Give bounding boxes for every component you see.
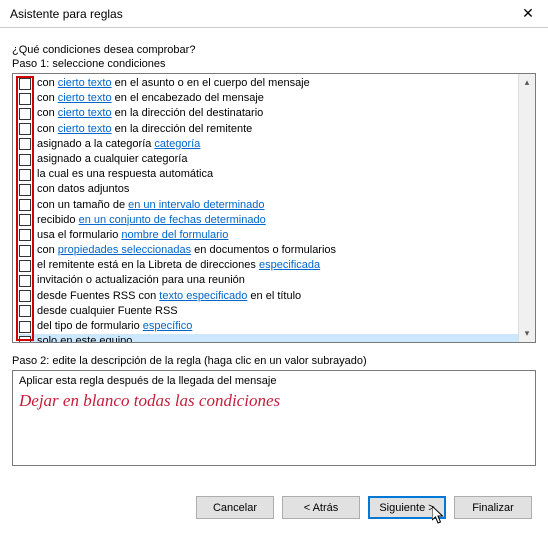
condition-row[interactable]: del tipo de formulario específico [19,319,518,334]
condition-checkbox[interactable] [19,169,31,181]
condition-row[interactable]: desde cualquier Fuente RSS [19,304,518,319]
description-line: Aplicar esta regla después de la llegada… [19,375,529,387]
scroll-down-icon[interactable]: ▾ [519,325,536,342]
condition-checkbox[interactable] [19,214,31,226]
condition-checkbox[interactable] [19,138,31,150]
condition-checkbox[interactable] [19,260,31,272]
window-title: Asistente para reglas [10,7,123,21]
condition-checkbox[interactable] [19,123,31,135]
condition-row[interactable]: asignado a cualquier categoría [19,152,518,167]
condition-text: asignado a cualquier categoría [37,152,187,167]
condition-row[interactable]: asignado a la categoría categoría [19,137,518,152]
condition-checkbox[interactable] [19,184,31,196]
condition-link[interactable]: cierto texto [58,92,112,104]
condition-text: con cierto texto en el asunto o en el cu… [37,76,310,91]
condition-checkbox[interactable] [19,245,31,257]
condition-text: con un tamaño de en un intervalo determi… [37,198,265,213]
close-icon[interactable]: ✕ [508,0,548,28]
condition-row[interactable]: invitación o actualización para una reun… [19,273,518,288]
condition-text: solo en este equipo [37,334,132,342]
condition-row[interactable]: recibido en un conjunto de fechas determ… [19,213,518,228]
condition-row[interactable]: con propiedades seleccionadas en documen… [19,243,518,258]
back-button[interactable]: < Atrás [282,496,360,519]
condition-row[interactable]: con cierto texto en el asunto o en el cu… [19,76,518,91]
condition-checkbox[interactable] [19,78,31,90]
condition-checkbox[interactable] [19,108,31,120]
condition-text: asignado a la categoría categoría [37,137,200,152]
condition-text: con cierto texto en el encabezado del me… [37,91,264,106]
condition-link[interactable]: propiedades seleccionadas [58,244,191,256]
condition-link[interactable]: cierto texto [58,123,112,135]
condition-row[interactable]: con cierto texto en el encabezado del me… [19,91,518,106]
question-text: ¿Qué condiciones desea comprobar? [12,44,536,56]
condition-checkbox[interactable] [19,229,31,241]
condition-link[interactable]: en un intervalo determinado [128,199,264,211]
condition-text: con cierto texto en la dirección del des… [37,106,263,121]
condition-text: con datos adjuntos [37,182,129,197]
condition-row[interactable]: con cierto texto en la dirección del des… [19,106,518,121]
title-bar: Asistente para reglas ✕ [0,0,548,28]
condition-row[interactable]: con un tamaño de en un intervalo determi… [19,198,518,213]
scroll-up-icon[interactable]: ▴ [519,74,536,91]
button-bar: Cancelar < Atrás Siguiente > Finalizar [196,496,532,519]
step2-label: Paso 2: edite la descripción de la regla… [12,355,536,367]
condition-row[interactable]: solo en este equipo [19,334,518,342]
condition-link[interactable]: cierto texto [58,77,112,89]
next-button[interactable]: Siguiente > [368,496,446,519]
condition-row[interactable]: usa el formulario nombre del formulario [19,228,518,243]
scrollbar[interactable]: ▴ ▾ [518,74,535,342]
condition-link[interactable]: texto especificado [159,290,247,302]
condition-text: el remitente está en la Libreta de direc… [37,258,320,273]
condition-checkbox[interactable] [19,275,31,287]
condition-text: invitación o actualización para una reun… [37,273,245,288]
condition-row[interactable]: con cierto texto en la dirección del rem… [19,122,518,137]
condition-row[interactable]: desde Fuentes RSS con texto especificado… [19,289,518,304]
condition-text: con propiedades seleccionadas en documen… [37,243,336,258]
condition-link[interactable]: en un conjunto de fechas determinado [79,214,266,226]
condition-row[interactable]: el remitente está en la Libreta de direc… [19,258,518,273]
description-box: Aplicar esta regla después de la llegada… [12,370,536,466]
condition-text: desde Fuentes RSS con texto especificado… [37,289,301,304]
condition-text: desde cualquier Fuente RSS [37,304,178,319]
conditions-listbox: con cierto texto en el asunto o en el cu… [12,73,536,343]
condition-link[interactable]: nombre del formulario [121,229,228,241]
condition-checkbox[interactable] [19,93,31,105]
condition-text: la cual es una respuesta automática [37,167,213,182]
condition-checkbox[interactable] [19,154,31,166]
condition-text: usa el formulario nombre del formulario [37,228,228,243]
condition-checkbox[interactable] [19,321,31,333]
condition-checkbox[interactable] [19,199,31,211]
cancel-button[interactable]: Cancelar [196,496,274,519]
condition-checkbox[interactable] [19,290,31,302]
user-annotation: Dejar en blanco todas las condiciones [19,391,529,411]
condition-link[interactable]: específico [143,320,193,332]
finish-button[interactable]: Finalizar [454,496,532,519]
condition-row[interactable]: la cual es una respuesta automática [19,167,518,182]
condition-text: del tipo de formulario específico [37,319,192,334]
condition-text: con cierto texto en la dirección del rem… [37,122,252,137]
condition-checkbox[interactable] [19,336,31,342]
condition-link[interactable]: cierto texto [58,107,112,119]
condition-link[interactable]: especificada [259,259,320,271]
condition-link[interactable]: categoría [154,138,200,150]
condition-checkbox[interactable] [19,305,31,317]
step1-label: Paso 1: seleccione condiciones [12,58,536,70]
condition-row[interactable]: con datos adjuntos [19,182,518,197]
condition-text: recibido en un conjunto de fechas determ… [37,213,266,228]
